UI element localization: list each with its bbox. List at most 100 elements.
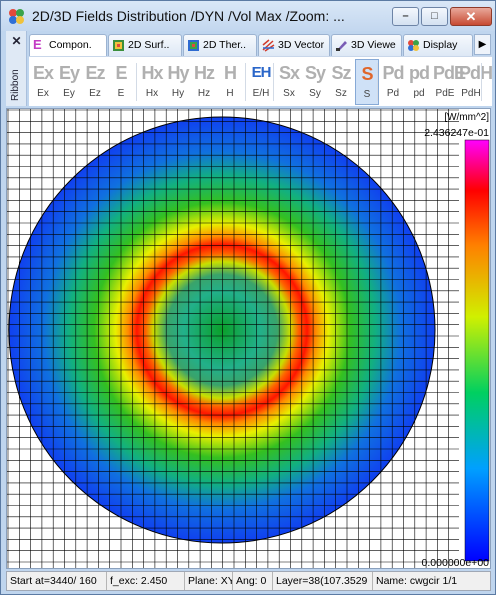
color-legend-bar (464, 139, 490, 562)
pd-icon: pd (409, 63, 430, 83)
tool-label: Ey (63, 88, 75, 99)
hz-icon: Hz (194, 63, 215, 83)
tool-e-button[interactable]: EE (109, 59, 133, 105)
tool-pde-button[interactable]: PdE PdE (433, 59, 466, 105)
e-field-icon: E (33, 37, 42, 52)
tool-label: Ez (89, 88, 101, 99)
vector-icon (262, 39, 275, 52)
tab-components[interactable]: E Compon. (29, 34, 107, 57)
hx-icon: Hx (141, 63, 163, 83)
tool-ey-button[interactable]: Ey Ey (57, 59, 81, 105)
tool-hz-button[interactable]: Hz Hz (192, 59, 216, 105)
tab-label: 3D Vector (278, 39, 325, 51)
tool-ez-button[interactable]: Ez Ez (83, 59, 107, 105)
display-icon (408, 40, 419, 51)
legend-min-label: 0.000000e+00 (422, 557, 490, 569)
tool-label: E/H (252, 88, 270, 99)
ex-icon: Ex (32, 63, 54, 83)
tool-label: Sx (283, 88, 295, 99)
s-icon: S (361, 64, 373, 84)
tool-ex-button[interactable]: Ex Ex (31, 59, 55, 105)
title-bar: 2D/3D Fields Distribution /DYN /Vol Max … (1, 1, 495, 31)
window-title: 2D/3D Fields Distribution /DYN /Vol Max … (32, 8, 345, 24)
tool-e-h-button[interactable]: EH E/H (249, 59, 273, 105)
tool-sy-button[interactable]: Sy Sy (303, 59, 327, 105)
toolbar-separator (245, 63, 246, 101)
tab-2d-thermal[interactable]: 2D Ther.. (183, 34, 257, 56)
chevron-right-icon: ▶ (478, 39, 487, 50)
tool-label: S (363, 89, 371, 100)
tool-label: pd (413, 88, 425, 99)
tool-label: Sz (335, 88, 347, 99)
sz-icon: Sz (331, 63, 351, 83)
e-icon: E (115, 63, 127, 83)
tab-label: 2D Ther.. (203, 39, 246, 51)
tool-label: E (117, 88, 125, 99)
h-icon: H (224, 63, 237, 83)
ribbon-close-icon[interactable]: ✕ (6, 34, 27, 48)
tab-2d-surface[interactable]: 2D Surf.. (108, 34, 182, 56)
pdh-icon: PdH (459, 63, 493, 83)
maximize-icon: □ (431, 10, 438, 22)
hy-icon: Hy (167, 63, 189, 83)
tool-label: Pd (386, 88, 400, 99)
close-button[interactable]: ✕ (450, 7, 492, 26)
status-name: Name: cwgcir 1/1 (376, 575, 458, 587)
e-h-icon: EH (251, 64, 272, 81)
legend-max-label: 2.436247e-01 (424, 127, 489, 139)
ey-icon: Ey (58, 63, 80, 83)
tool-sx-button[interactable]: Sx Sx (277, 59, 301, 105)
tool-label: Sy (309, 88, 321, 99)
tool-pdh-button[interactable]: PdH PdH (459, 59, 493, 105)
minimize-icon: – (402, 10, 409, 22)
fields-distribution-window: 2D/3D Fields Distribution /DYN /Vol Max … (0, 0, 496, 595)
status-plane: Plane: XY (185, 572, 233, 590)
status-fexc: f_exc: 2.450 (107, 572, 185, 590)
field-disc (8, 116, 436, 544)
field-distribution-plot: [W/mm^2] 2.436247e-01 0.000000e+00 (7, 109, 490, 569)
pd-icon: Pd (382, 63, 404, 83)
tab-scroll-right-button[interactable]: ▶ (474, 34, 491, 55)
sx-icon: Sx (278, 63, 300, 83)
tool-pd-button[interactable]: Pd Pd (381, 59, 405, 105)
tab-label: 3D Viewe (351, 39, 396, 51)
toolbar-separator (377, 63, 378, 101)
ribbon-tabs: E Compon. 2D Surf.. 2D Ther.. 3D Vector … (29, 34, 492, 57)
status-bar: Start at=3440/ 160 f_exc: 2.450 Plane: X… (6, 571, 491, 591)
maximize-button[interactable]: □ (421, 7, 448, 26)
tool-label: Ex (37, 88, 49, 99)
tool-label: PdH (461, 88, 481, 99)
pde-icon: PdE (433, 63, 466, 83)
tool-label: Hy (171, 88, 185, 99)
tab-3d-viewer[interactable]: 3D Viewe (331, 34, 402, 56)
legend-unit-label: [W/mm^2] (444, 112, 489, 123)
minimize-button[interactable]: – (392, 7, 419, 26)
components-toolbar: Ex Ex Ey Ey Ez Ez E E Hx Hx Hy Hy Hz Hz H H EH E/H Sx Sx Sy S… (29, 56, 493, 106)
ribbon-side-panel: ✕ Ribbon (6, 31, 27, 106)
surface-icon (113, 40, 124, 51)
sy-icon: Sy (304, 63, 326, 83)
tool-hy-button[interactable]: Hy Hy (166, 59, 190, 105)
tool-h-button[interactable]: HH (218, 59, 242, 105)
tool-label: PdE (435, 88, 455, 99)
tab-3d-vector[interactable]: 3D Vector (258, 34, 330, 56)
app-icon (9, 9, 24, 24)
status-angle: Ang: 0 (233, 572, 273, 590)
tool-label: Hx (145, 88, 159, 99)
tab-label: Display (423, 39, 458, 51)
toolbar-separator (136, 63, 137, 101)
tab-label: Compon. (49, 39, 92, 51)
status-layer: Layer=38(107.3529 (273, 572, 373, 590)
field-plot-area: [W/mm^2] 2.436247e-01 0.000000e+00 (6, 108, 491, 569)
status-start: Start at=3440/ 160 (7, 572, 107, 590)
tab-display[interactable]: Display (403, 34, 473, 56)
tool-hx-button[interactable]: Hx Hx (140, 59, 164, 105)
ribbon-label: Ribbon (10, 69, 21, 101)
ez-icon: Ez (85, 63, 105, 83)
tool-s-button[interactable]: SS (355, 59, 379, 105)
tool-pd-button[interactable]: pd pd (407, 59, 431, 105)
tool-label: H (226, 88, 234, 99)
close-icon: ✕ (465, 9, 477, 24)
tool-sz-button[interactable]: Sz Sz (329, 59, 353, 105)
toolbar-separator (481, 63, 482, 101)
